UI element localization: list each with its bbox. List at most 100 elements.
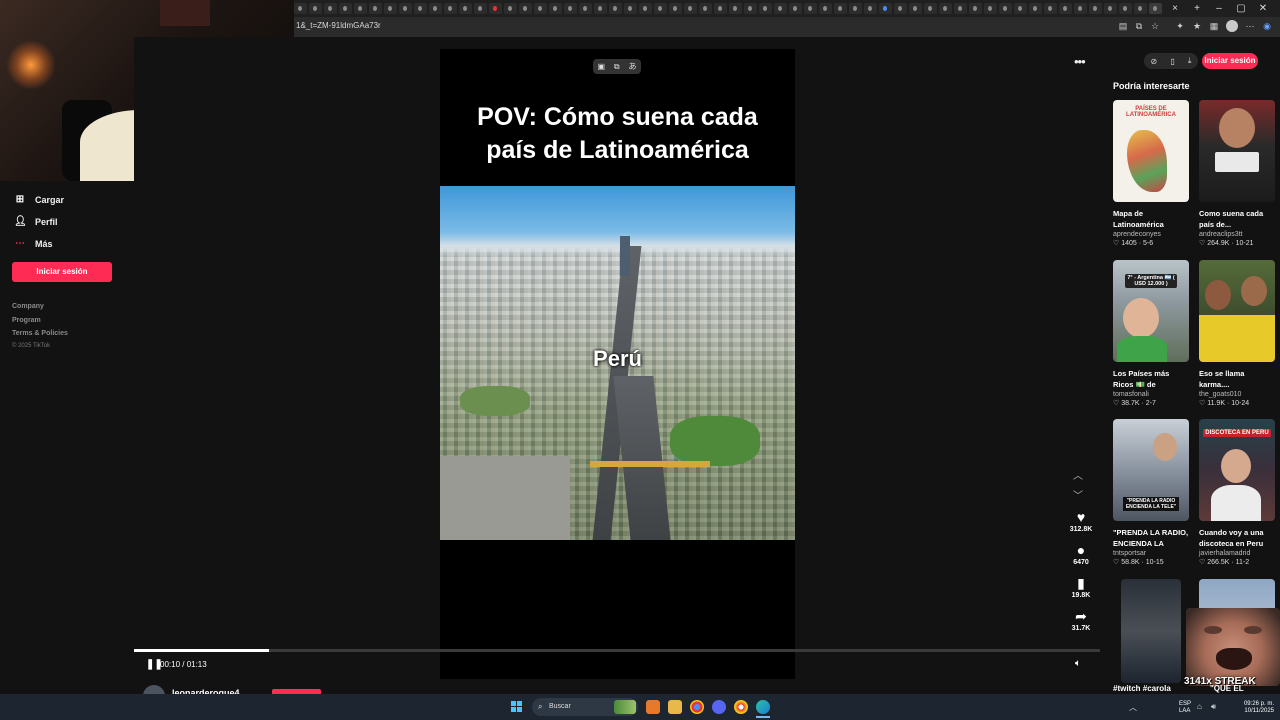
browser-tab[interactable] [879,3,892,14]
more-options-icon[interactable]: ••• [1074,54,1086,69]
browser-tab[interactable] [534,3,547,14]
app-icon-edge[interactable] [756,700,770,714]
copilot-icon[interactable]: ◉ [1261,20,1273,32]
taskbar-clock[interactable]: 09:26 p. m. 10/11/2025 [1226,701,1274,715]
collections-icon[interactable]: ▦ [1208,20,1220,32]
browser-tab[interactable] [399,3,412,14]
browser-tab[interactable] [354,3,367,14]
browser-tab[interactable] [594,3,607,14]
browser-tab[interactable] [1119,3,1132,14]
browser-tab[interactable] [1149,3,1162,14]
video-tools[interactable]: ▣ ⧉ あ [593,59,641,74]
url-text[interactable]: 1&_t=ZM-91ldmGAa73r [296,21,381,30]
browser-tab[interactable] [609,3,622,14]
browser-tab[interactable] [909,3,922,14]
save-button[interactable]: ▮ 19.8K [1066,575,1096,599]
browser-tab[interactable] [294,3,307,14]
browser-tab[interactable] [729,3,742,14]
minimize-icon[interactable]: – [1208,3,1230,14]
video-thumbnail[interactable] [1199,100,1275,202]
browser-tab[interactable] [1074,3,1087,14]
close-window-icon[interactable]: ✕ [1252,3,1274,14]
browser-tab[interactable] [1044,3,1057,14]
browser-tab[interactable] [924,3,937,14]
browser-tab[interactable] [1014,3,1027,14]
browser-tab[interactable] [549,3,562,14]
browser-tab[interactable] [669,3,682,14]
browser-tab[interactable] [1089,3,1102,14]
footer-link-company[interactable]: Company [12,303,44,310]
browser-tab[interactable] [939,3,952,14]
browser-address-bar[interactable]: 1&_t=ZM-91ldmGAa73r ▤ ⧉ ☆ ✦ ★ ▦ ⋯ ◉ [294,17,1280,37]
video-player[interactable]: POV: Cómo suena cada país de Latinoaméri… [440,49,795,679]
browser-tab[interactable] [864,3,877,14]
browser-tab[interactable] [1029,3,1042,14]
page-info-icon[interactable]: ▤ [1117,20,1129,32]
browser-menu-icon[interactable]: ⋯ [1244,20,1256,32]
card-author[interactable]: javierhalamadrid [1199,550,1275,557]
header-tools[interactable]: ⊘ ▯ ⤓ [1144,53,1198,69]
screen-mirror-icon[interactable]: ⧉ [614,62,620,72]
video-thumbnail[interactable]: DISCOTECA EN PERU [1199,419,1275,521]
share-button[interactable]: ➦ 31.7K [1066,608,1096,632]
extension-icon[interactable]: ✦ [1174,20,1186,32]
browser-tab[interactable] [774,3,787,14]
browser-tab[interactable] [639,3,652,14]
speaker-icon[interactable]: 🔊︎ [1211,702,1216,712]
browser-tab[interactable] [624,3,637,14]
browser-tab[interactable] [969,3,982,14]
browser-tab[interactable] [1134,3,1147,14]
favorites-icon[interactable]: ★ [1191,20,1203,32]
video-thumbnail[interactable]: 7° - Argentina 🇦🇷 ( USD 12.000 ) [1113,260,1189,362]
profile-avatar-icon[interactable] [1226,20,1238,32]
app-icon-folder[interactable] [668,700,682,714]
recommended-video-card[interactable]: Como suena cada país de... andreaclips3t… [1199,100,1275,247]
volume-icon[interactable]: 🔈︎ [1075,658,1081,669]
app-icon-discord[interactable] [712,700,726,714]
browser-tab[interactable] [804,3,817,14]
browser-tab[interactable] [339,3,352,14]
new-tab-icon[interactable]: + [1186,3,1208,14]
browser-tab[interactable] [954,3,967,14]
browser-tab[interactable] [564,3,577,14]
browser-tab[interactable] [744,3,757,14]
video-progress-bar[interactable] [134,649,1100,652]
browser-tab[interactable] [984,3,997,14]
browser-tab[interactable] [759,3,772,14]
browser-tab[interactable] [819,3,832,14]
browser-tab[interactable] [489,3,502,14]
browser-tab[interactable] [999,3,1012,14]
compass-icon[interactable]: ⊘ [1151,57,1158,66]
app-icon-chrome-2[interactable] [734,700,748,714]
browser-tab[interactable] [369,3,382,14]
card-author[interactable]: andreaclips3tt [1199,231,1275,238]
browser-tab[interactable] [474,3,487,14]
browser-tab[interactable] [849,3,862,14]
browser-tab[interactable] [789,3,802,14]
sidebar-item-profile[interactable]: 👤︎ Perfil [14,216,58,228]
sidebar-item-upload[interactable]: ⊞ Cargar [14,194,64,206]
browser-tab[interactable] [834,3,847,14]
next-video-icon[interactable]: ﹀ [1073,487,1083,502]
browser-tab[interactable] [1059,3,1072,14]
app-icon-vlc[interactable] [646,700,660,714]
tray-chevron-icon[interactable]: ︿ [1129,702,1137,713]
browser-tab[interactable] [414,3,427,14]
card-author[interactable]: tomasfonali [1113,391,1189,398]
download-icon[interactable]: ⤓ [1188,56,1192,66]
install-app-icon[interactable]: ⧉ [1133,20,1145,32]
browser-tab[interactable] [429,3,442,14]
browser-tab[interactable] [654,3,667,14]
close-tab-icon[interactable]: × [1164,3,1186,14]
browser-tab[interactable] [684,3,697,14]
language-indicator[interactable]: ESP LAA [1179,701,1191,715]
comment-button[interactable]: ● 6470 [1066,542,1096,566]
maximize-icon[interactable]: ▢ [1230,3,1252,14]
browser-tab[interactable] [384,3,397,14]
browser-tab[interactable] [309,3,322,14]
picture-in-picture-icon[interactable]: ▣ [597,62,605,71]
recommended-video-card[interactable]: Eso se llama karma.... the_goats010 ♡ 11… [1199,260,1275,407]
card-author[interactable]: tntsportsar [1113,550,1189,557]
recommended-video-card[interactable]: PAÍSES DE LATINOAMÉRICA Mapa de Latinoam… [1113,100,1189,247]
browser-tab[interactable] [519,3,532,14]
